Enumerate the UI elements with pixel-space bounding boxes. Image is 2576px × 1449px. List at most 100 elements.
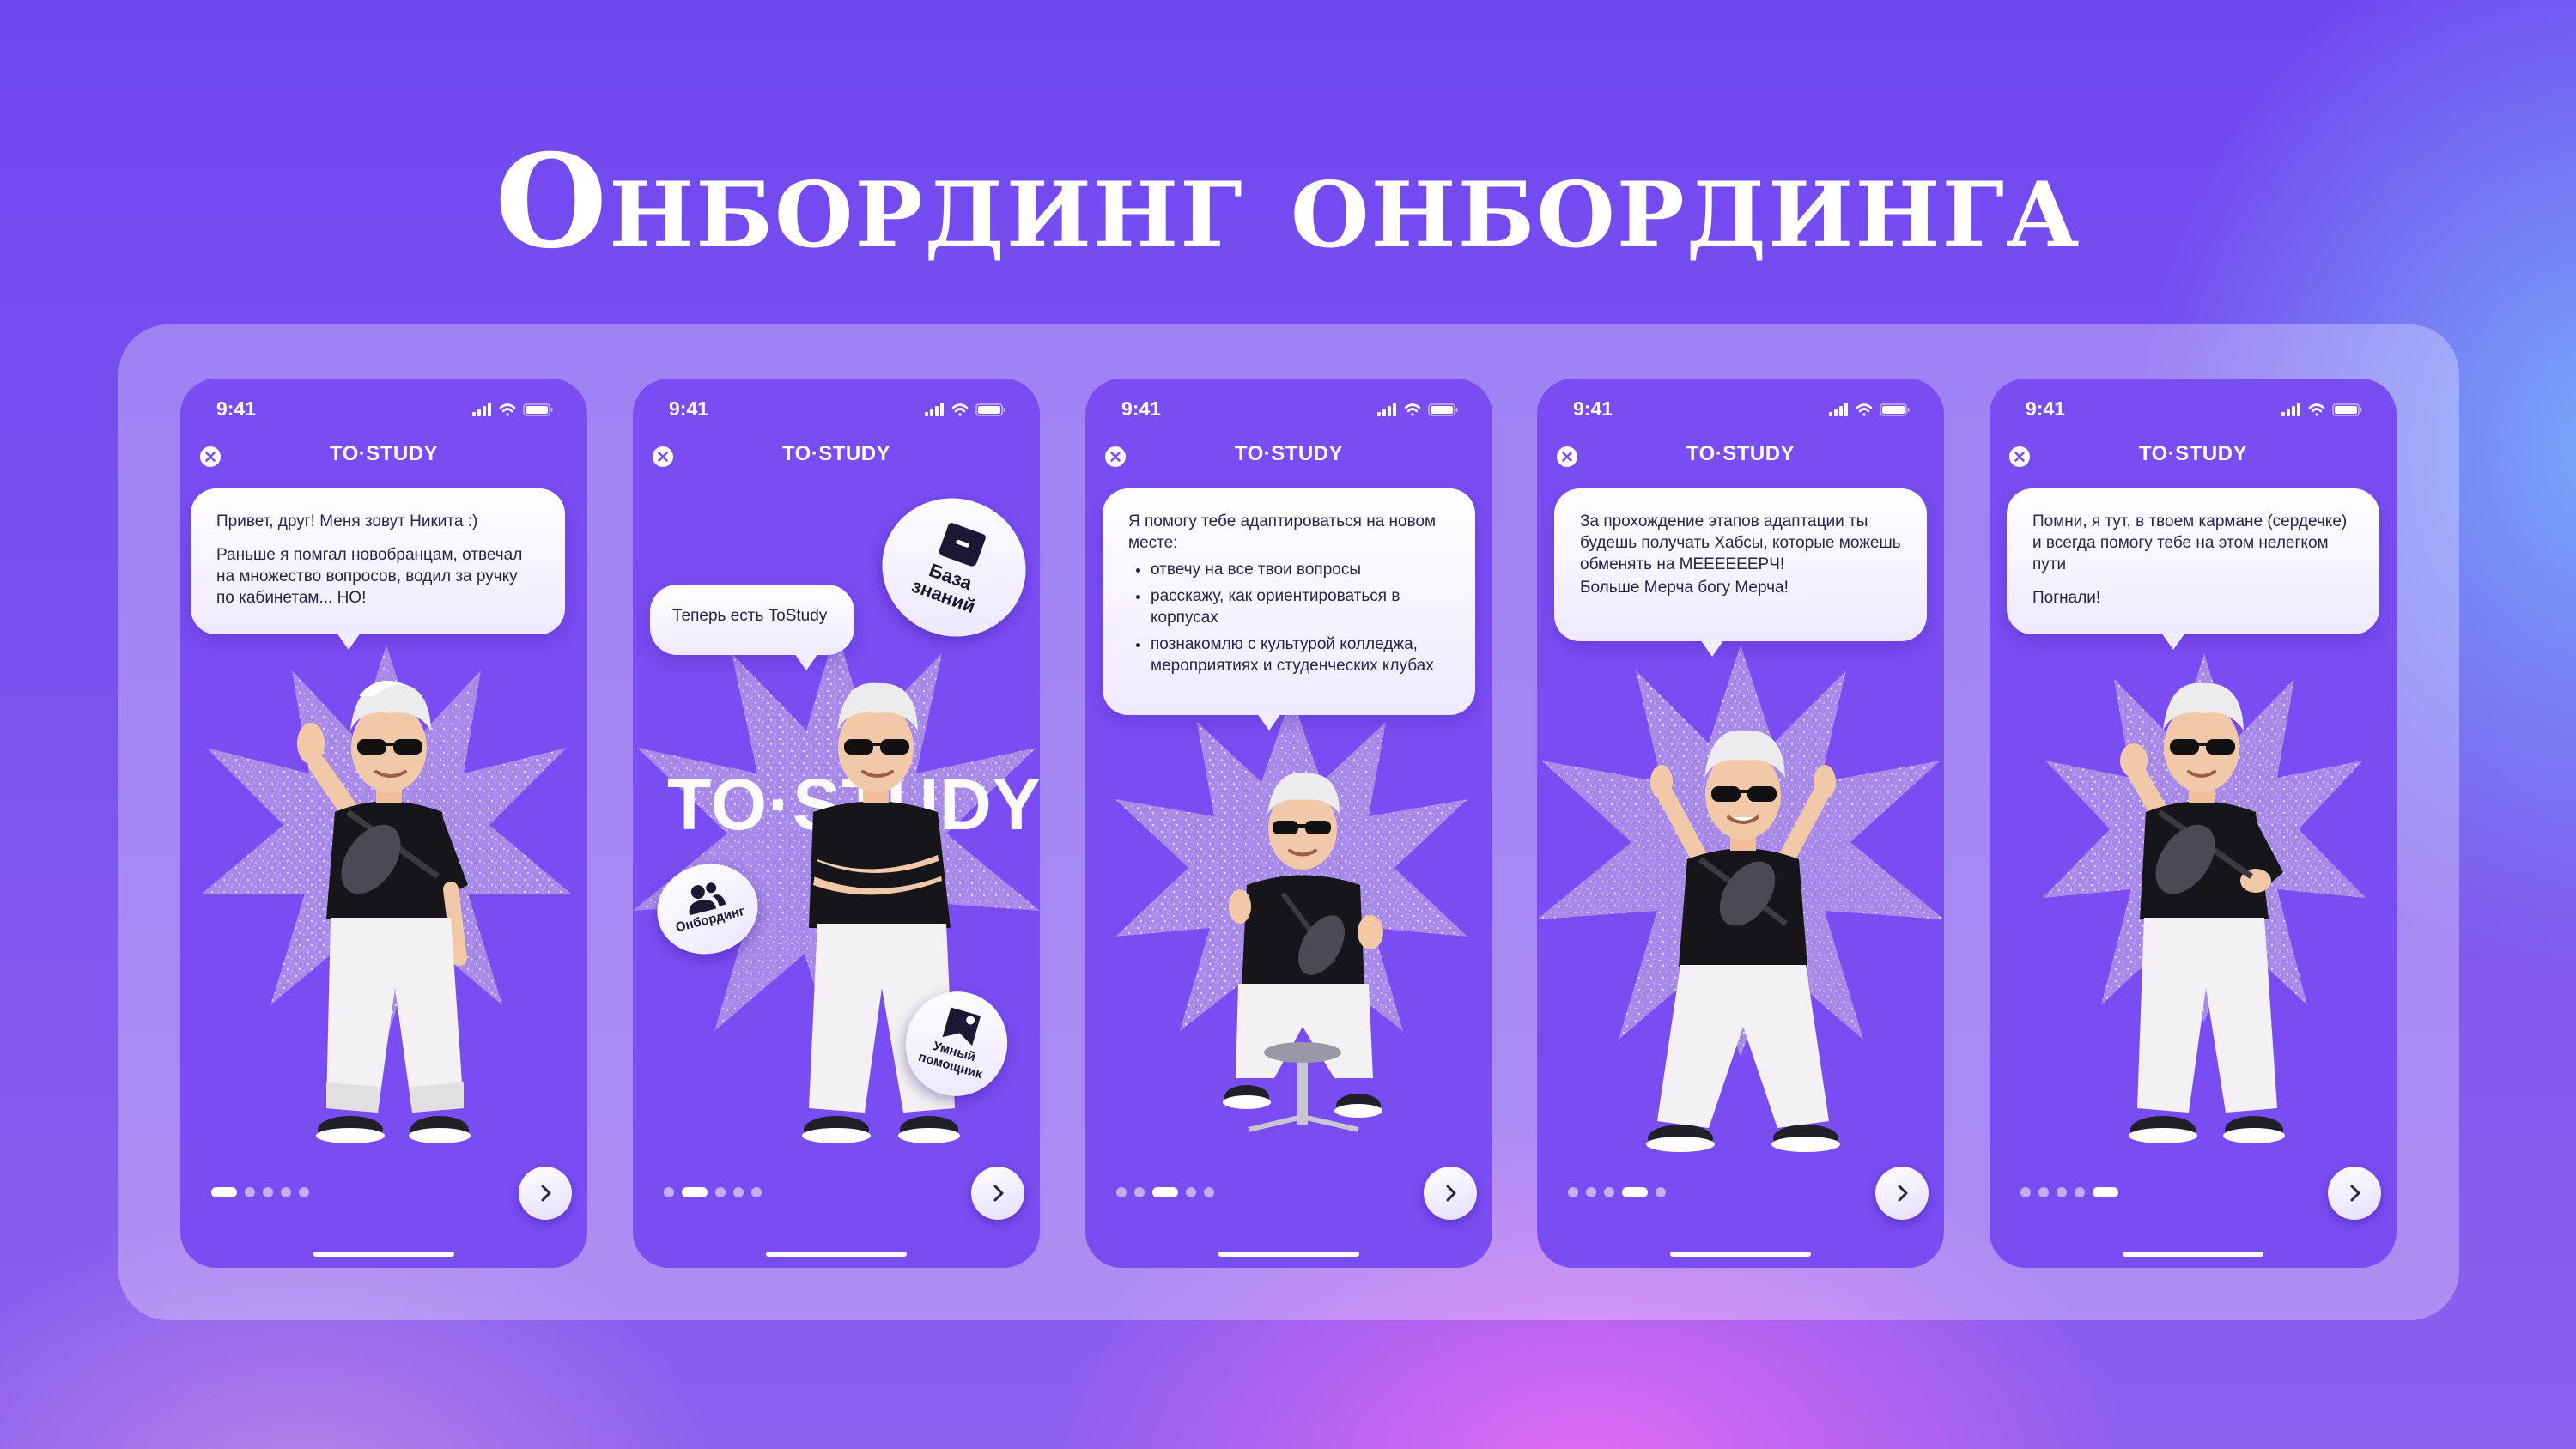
cellular-signal-icon [2281, 403, 2300, 416]
battery-icon [1428, 403, 1458, 416]
wifi-icon [2308, 403, 2325, 416]
wifi-icon [499, 403, 516, 416]
page-dot [2057, 1187, 2067, 1197]
status-icons [472, 401, 558, 418]
bubble-line: Привет, друг! Меня зовут Никита :) [216, 512, 478, 530]
onboarding-screen-1: 9:41 TO·STUDY Привет, друг! Меня зовут Н… [180, 379, 587, 1268]
page-dot [1568, 1187, 1578, 1197]
page-dot [263, 1187, 273, 1197]
next-button[interactable] [2328, 1167, 2381, 1220]
status-bar: 9:41 [633, 394, 1040, 425]
page-dot [664, 1187, 674, 1197]
app-header: TO·STUDY [633, 435, 1040, 478]
bubble-tail [1257, 713, 1281, 731]
mascot-waving [297, 681, 471, 1143]
bubble-line: Помни, я тут, в твоем кармане (сердечке)… [2032, 512, 2348, 573]
page-dot [2038, 1187, 2049, 1197]
onboarding-screen-3: 9:41 TO·STUDY Я помогу тебе адаптировать… [1085, 379, 1492, 1268]
bubble-list: отвечу на все твои вопросы расскажу, как… [1128, 559, 1449, 676]
status-time: 9:41 [669, 397, 709, 420]
home-indicator [313, 1252, 454, 1257]
next-button[interactable] [519, 1167, 572, 1220]
page-dot [245, 1187, 255, 1197]
status-time: 9:41 [1573, 397, 1613, 420]
speech-bubble: Я помогу тебе адаптироваться на новом ме… [1103, 488, 1475, 731]
status-time: 9:41 [2026, 397, 2066, 420]
status-icons [2281, 401, 2367, 418]
pagination-dots [211, 1186, 309, 1198]
page-dot [1186, 1187, 1196, 1197]
page-dot [299, 1187, 309, 1197]
status-bar: 9:41 [1990, 394, 2397, 425]
status-time: 9:41 [216, 397, 257, 420]
page-dot [715, 1187, 726, 1197]
next-button[interactable] [1424, 1167, 1477, 1220]
pagination-dots [1116, 1186, 1214, 1198]
speech-bubble: Привет, друг! Меня зовут Никита :) Раньш… [191, 488, 565, 650]
app-header: TO·STUDY [180, 435, 587, 478]
bubble-tail [2161, 633, 2185, 650]
speech-bubble: Теперь есть ToStudy [650, 585, 854, 670]
cellular-signal-icon [1377, 403, 1396, 416]
bubble-line: Больше Мерча богу Мерча! [1580, 579, 1789, 597]
page-dot [1134, 1187, 1145, 1197]
onboarding-screen-2: 9:41 TO·STUDY Теперь есть ToStudy База з… [633, 379, 1040, 1268]
app-header: TO·STUDY [1085, 435, 1492, 478]
next-button[interactable] [971, 1167, 1024, 1220]
speech-bubble: За прохождение этапов адаптации ты будеш… [1554, 488, 1927, 657]
bubble-line: Теперь есть ToStudy [672, 607, 828, 625]
page-dot-active [211, 1187, 237, 1197]
page-dot-active [1152, 1187, 1178, 1197]
app-header: TO·STUDY [1537, 435, 1944, 478]
pagination-dots [2020, 1186, 2118, 1198]
bubble-tail [1700, 640, 1724, 657]
bubble-list-item: расскажу, как ориентироваться в корпусах [1151, 585, 1449, 628]
wifi-icon [1856, 403, 1873, 416]
chevron-right-icon [541, 1185, 551, 1202]
status-bar: 9:41 [180, 394, 587, 425]
home-indicator [1218, 1252, 1359, 1257]
page-dot [751, 1187, 762, 1197]
status-icons [1829, 401, 1915, 418]
page-dot [2020, 1187, 2031, 1197]
battery-icon [2332, 403, 2362, 416]
page-dot-active [1622, 1187, 1648, 1197]
page-dot [1204, 1187, 1214, 1197]
brand-logo: TO·STUDY [1686, 442, 1795, 465]
battery-icon [975, 403, 1005, 416]
next-button[interactable] [1875, 1167, 1929, 1220]
bubble-list-item: отвечу на все твои вопросы [1151, 559, 1449, 580]
page-dot-active [2093, 1187, 2118, 1197]
bubble-line: За прохождение этапов адаптации ты будеш… [1580, 512, 1901, 573]
page-dot [1586, 1187, 1596, 1197]
battery-icon [1880, 403, 1910, 416]
home-indicator [1670, 1252, 1811, 1257]
status-icons [925, 401, 1011, 418]
onboarding-screen-5: 9:41 TO·STUDY Помни, я тут, в твоем карм… [1990, 379, 2397, 1268]
page-dot [2075, 1187, 2085, 1197]
brand-logo: TO·STUDY [329, 442, 439, 465]
bubble-tail [794, 653, 818, 670]
wifi-icon [951, 403, 969, 416]
status-bar: 9:41 [1537, 394, 1944, 425]
status-icons [1377, 401, 1463, 418]
app-header: TO·STUDY [1990, 435, 2397, 478]
page-title: Онбординг онбординга [495, 126, 2081, 277]
mascot-sitting [1223, 773, 1383, 1132]
home-indicator [2123, 1252, 2263, 1257]
page-dot-active [682, 1187, 708, 1197]
pagination-dots [1568, 1186, 1666, 1198]
brand-logo: TO·STUDY [781, 442, 891, 465]
speech-bubble: Помни, я тут, в твоем кармане (сердечке)… [2007, 488, 2379, 650]
bubble-line: Погнали! [2032, 589, 2101, 607]
cellular-signal-icon [1829, 403, 1848, 416]
status-bar: 9:41 [1085, 394, 1492, 425]
bubble-list-item: познакомлю с культурой колледжа, меропри… [1151, 634, 1449, 676]
cellular-signal-icon [472, 403, 491, 416]
onboarding-screen-4: 9:41 TO·STUDY За прохождение этапов адап… [1537, 379, 1944, 1268]
page-dot [1656, 1187, 1666, 1197]
brand-logo: TO·STUDY [1234, 442, 1344, 465]
cellular-signal-icon [925, 403, 944, 416]
wifi-icon [1404, 403, 1421, 416]
home-indicator [766, 1252, 907, 1257]
